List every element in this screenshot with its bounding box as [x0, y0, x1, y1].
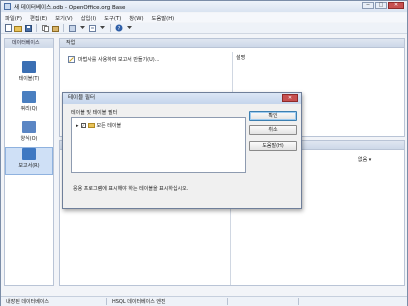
database-sidebar: 데이터베이스 테이블(T) 쿼리(Q) 양식(O) 보고서(R): [4, 38, 54, 286]
expand-icon[interactable]: ▸: [76, 123, 79, 129]
description-label: 설명: [236, 55, 246, 61]
preview-dropdown-value: 없음: [358, 157, 368, 163]
task-label: 마법사를 사용하여 보고서 만들기(U)...: [78, 57, 160, 63]
task-create-report-wizard[interactable]: 마법사를 사용하여 보고서 만들기(U)...: [68, 56, 160, 63]
sort-icon[interactable]: [68, 24, 76, 32]
toolbar-separator: [63, 24, 64, 32]
title-bar: 새 데이터베이스.odb - OpenOffice.org Base ─ □ ✕: [1, 1, 407, 12]
report-icon: [22, 148, 36, 160]
sidebar-item-label: 테이블(T): [18, 76, 40, 82]
new-icon[interactable]: [4, 24, 12, 32]
help-button[interactable]: 도움말(H): [249, 141, 297, 151]
dialog-title: 테이블 필터: [63, 93, 301, 104]
status-bar: 내장된 데이터베이스 HSQL 데이터베이스 엔진: [1, 296, 407, 306]
menu-tools[interactable]: 도구(T): [104, 14, 121, 22]
ok-button[interactable]: 확인: [249, 111, 297, 121]
chevron-down-icon[interactable]: [125, 24, 133, 32]
sidebar-item-queries[interactable]: 쿼리(Q): [5, 91, 53, 119]
sidebar-item-label: 보고서(R): [18, 163, 40, 169]
filter-group-label: 테이블 및 테이블 필터: [71, 110, 118, 116]
menu-edit[interactable]: 편집(E): [30, 14, 47, 22]
report-icon[interactable]: [88, 24, 96, 32]
table-tree[interactable]: ▸ ✓ 모든 테이블: [71, 117, 246, 173]
svg-text:?: ?: [118, 26, 121, 32]
tree-item-all-tables[interactable]: ▸ ✓ 모든 테이블: [76, 122, 122, 130]
status-separator: [227, 298, 228, 305]
toolbar-separator: [110, 24, 111, 32]
sidebar-item-tables[interactable]: 테이블(T): [5, 61, 53, 89]
dialog-hint: 응용 프로그램에 표시해야 하는 테이블을 표시하십시오.: [73, 186, 189, 192]
query-icon: [22, 91, 36, 103]
toolbar: ?: [1, 23, 407, 34]
open-icon[interactable]: [14, 24, 22, 32]
table-icon: [22, 61, 36, 73]
chevron-down-icon[interactable]: [78, 24, 86, 32]
app-icon: [4, 3, 11, 10]
chevron-down-icon[interactable]: [98, 24, 106, 32]
dialog-close-button[interactable]: ✕: [282, 94, 298, 102]
close-button[interactable]: ✕: [388, 2, 404, 9]
status-engine: HSQL 데이터베이스 엔진: [112, 299, 166, 305]
minimize-button[interactable]: ─: [362, 2, 374, 9]
table-filter-dialog: 테이블 필터 ✕ 테이블 및 테이블 필터 ▸ ✓ 모든 테이블 응용 프로그램…: [62, 92, 302, 209]
cancel-button[interactable]: 취소: [249, 125, 297, 135]
menu-file[interactable]: 파일(F): [5, 14, 22, 22]
checkbox[interactable]: ✓: [80, 123, 86, 128]
menu-bar: 파일(F) 편집(E) 보기(V) 삽입(I) 도구(T) 창(W) 도움말(H…: [1, 13, 407, 22]
menu-view[interactable]: 보기(V): [55, 14, 73, 22]
toolbar-separator: [36, 24, 37, 32]
save-icon[interactable]: [24, 24, 32, 32]
status-embedded-db: 내장된 데이터베이스: [6, 299, 49, 305]
form-icon: [22, 121, 36, 133]
menu-help[interactable]: 도움말(H): [152, 14, 175, 22]
help-icon[interactable]: ?: [115, 24, 123, 32]
menu-window[interactable]: 창(W): [129, 14, 143, 22]
tasks-header: 작업: [59, 38, 405, 47]
sidebar-title: 데이터베이스: [5, 39, 53, 48]
sidebar-item-reports[interactable]: 보고서(R): [5, 147, 53, 175]
sidebar-item-label: 쿼리(Q): [20, 106, 38, 112]
sidebar-item-forms[interactable]: 양식(O): [5, 121, 53, 149]
copy-icon[interactable]: [41, 24, 49, 32]
sidebar-item-label: 양식(O): [20, 136, 38, 142]
window-title: 새 데이터베이스.odb - OpenOffice.org Base: [14, 4, 126, 11]
paste-icon[interactable]: [51, 24, 59, 32]
wizard-icon: [68, 56, 75, 63]
chevron-down-icon: ▾: [368, 157, 372, 163]
preview-dropdown[interactable]: 없음 ▾: [358, 156, 371, 163]
tree-item-label: 모든 테이블: [96, 123, 122, 129]
status-separator: [298, 298, 299, 305]
menu-insert[interactable]: 삽입(I): [81, 14, 96, 22]
maximize-button[interactable]: □: [375, 2, 387, 9]
folder-icon: [87, 123, 95, 128]
